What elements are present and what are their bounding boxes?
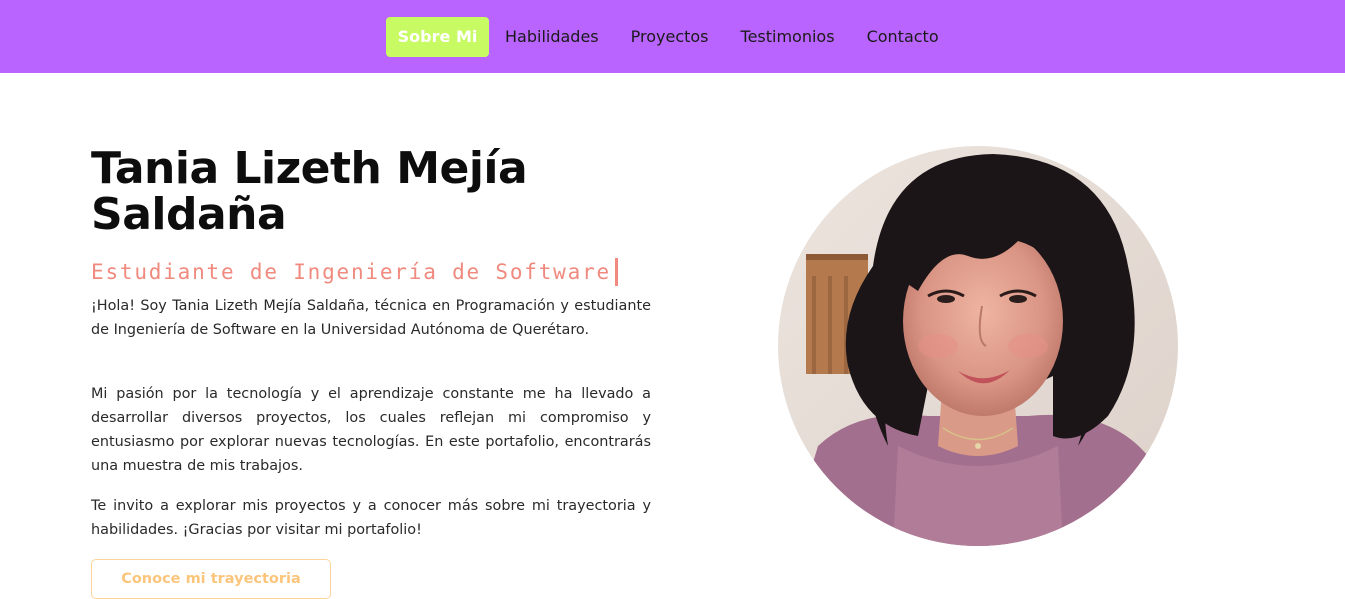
bio-paragraph-passion: Mi pasión por la tecnología y el aprendi… [91, 386, 651, 474]
main-nav: Sobre Mi Habilidades Proyectos Testimoni… [386, 17, 955, 57]
nav-item-proyectos[interactable]: Proyectos [615, 17, 725, 57]
bio-paragraph-intro: ¡Hola! Soy Tania Lizeth Mejía Saldaña, t… [91, 298, 651, 338]
nav-item-sobre-mi[interactable]: Sobre Mi [386, 17, 489, 57]
top-navigation-bar: Sobre Mi Habilidades Proyectos Testimoni… [0, 0, 1345, 73]
hero-subtitle: Estudiante de Ingeniería de Software [91, 258, 618, 286]
trajectory-button[interactable]: Conoce mi trayectoria [91, 559, 331, 599]
bio-paragraph-invite: Te invito a explorar mis proyectos y a c… [91, 498, 651, 538]
nav-item-testimonios[interactable]: Testimonios [725, 17, 851, 57]
hero-name: Tania Lizeth Mejía Saldaña [91, 143, 528, 240]
profile-photo [778, 146, 1178, 546]
hero-subtitle-text: Estudiante de Ingeniería de Software [91, 260, 611, 284]
profile-photo-illustration [778, 146, 1178, 546]
nav-item-contacto[interactable]: Contacto [851, 17, 955, 57]
typing-cursor [614, 258, 618, 286]
nav-item-habilidades[interactable]: Habilidades [489, 17, 615, 57]
